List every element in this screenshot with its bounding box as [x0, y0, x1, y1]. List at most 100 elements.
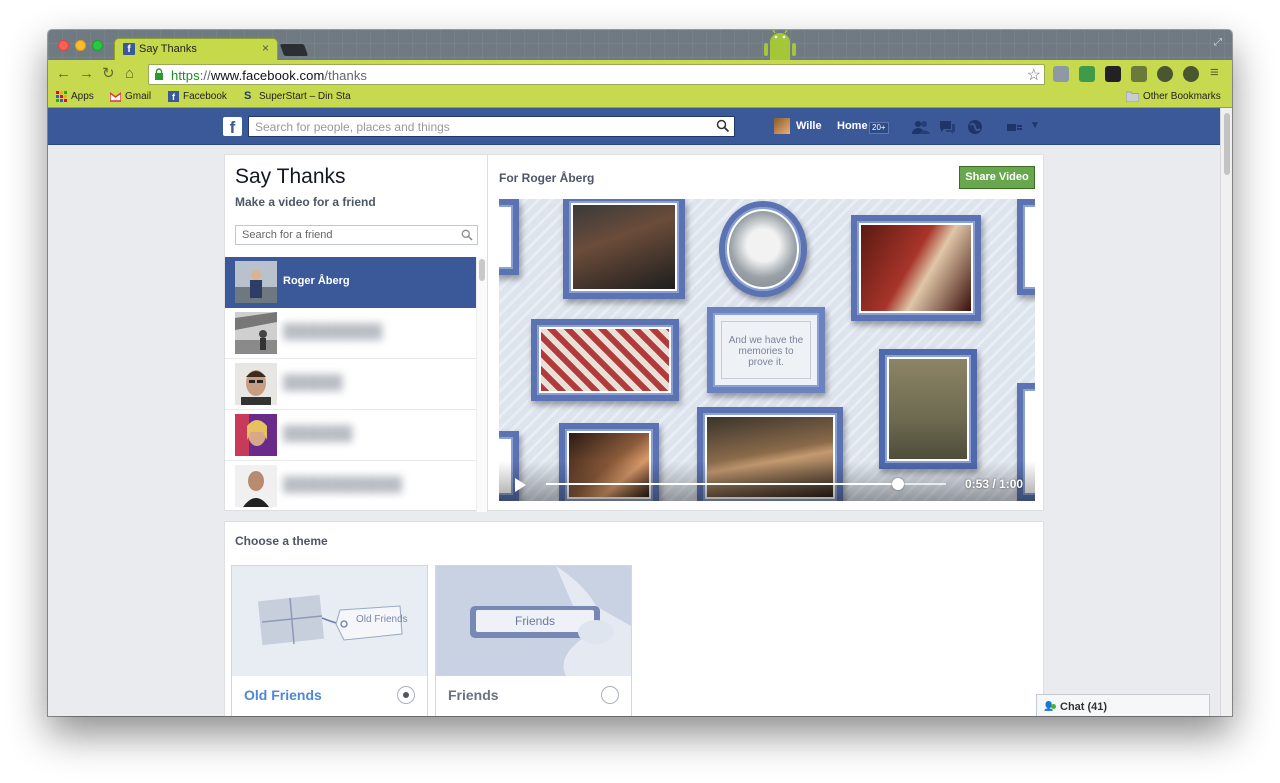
friend-name: ███████	[283, 425, 353, 441]
friend-list-item[interactable]: ████████████	[225, 461, 476, 512]
search-icon	[461, 229, 473, 241]
video-photo	[861, 225, 971, 311]
gmail-icon	[110, 92, 121, 102]
browser-toolbar: ← → ↻ ⌂ https://www.facebook.com/thanks …	[48, 60, 1232, 88]
cast-extension-icon[interactable]	[1131, 66, 1147, 82]
gift-package-icon: Old Friends	[232, 566, 427, 676]
theme-option-old-friends[interactable]: Old Friends Old Friends	[231, 565, 428, 716]
superstart-icon: S	[244, 90, 252, 102]
facebook-top-bar: f Search for people, places and things W…	[48, 108, 1220, 145]
back-arrow-icon[interactable]: ←	[56, 66, 71, 82]
home-link[interactable]: Home	[837, 120, 868, 132]
bookmark-other-bookmarks[interactable]: Other Bookmarks	[1126, 91, 1221, 102]
search-icon[interactable]	[716, 119, 730, 133]
friend-photo	[235, 363, 277, 405]
facebook-logo-icon[interactable]: f	[223, 117, 242, 137]
friend-photo	[235, 414, 277, 456]
address-bar[interactable]: https://www.facebook.com/thanks ☆	[148, 64, 1045, 85]
bookmark-apps[interactable]: Apps	[56, 91, 94, 102]
theme-label: Old Friends	[244, 687, 322, 703]
online-status-dot	[1051, 704, 1056, 709]
facebook-search-input[interactable]: Search for people, places and things	[248, 116, 735, 137]
reload-icon[interactable]: ↻	[102, 66, 115, 82]
video-caption: And we have the memories to prove it.	[728, 335, 804, 368]
friend-list-item[interactable]: ██████████	[225, 308, 476, 359]
profile-name: Wille	[796, 120, 822, 132]
play-icon[interactable]	[515, 478, 526, 492]
friend-name: Roger Åberg	[283, 275, 350, 287]
theme-radio[interactable]	[601, 686, 619, 704]
avatar	[774, 118, 790, 134]
friend-list-item[interactable]: ██████	[225, 359, 476, 410]
friend-requests-icon[interactable]	[912, 119, 930, 135]
say-thanks-card: Say Thanks Make a video for a friend Sea…	[224, 154, 1045, 512]
forward-arrow-icon[interactable]: →	[79, 66, 94, 82]
video-player[interactable]: And we have the memories to prove it. 0:…	[499, 199, 1035, 501]
page-scrollbar-thumb[interactable]	[1224, 113, 1230, 175]
window-close-button[interactable]	[58, 40, 69, 51]
profile-link[interactable]: Wille	[774, 118, 822, 134]
photo-frame	[499, 199, 519, 275]
facebook-icon: f	[168, 91, 179, 102]
gmail-extension-icon[interactable]	[1053, 66, 1069, 82]
friend-list-item[interactable]: ███████	[225, 410, 476, 461]
bookmarks-bar: Apps Gmail f Facebook S SuperStart – Din…	[48, 88, 1232, 108]
video-progress-bar[interactable]	[546, 478, 946, 490]
evernote-extension-icon[interactable]	[1105, 66, 1121, 82]
theme-thumbnail: Old Friends	[232, 566, 427, 676]
drive-extension-icon[interactable]	[1079, 66, 1095, 82]
window-maximize-button[interactable]	[92, 40, 103, 51]
video-progress-handle[interactable]	[892, 478, 904, 490]
tab-title: Say Thanks	[139, 43, 197, 55]
video-time: 0:53 / 1:00	[965, 477, 1024, 491]
home-icon[interactable]: ⌂	[125, 66, 134, 82]
video-photo	[541, 329, 669, 391]
notifications-globe-icon[interactable]	[966, 119, 984, 135]
bookmark-superstart[interactable]: S SuperStart – Din Sta	[244, 90, 351, 103]
video-preview-panel: For Roger Åberg Share Video And we have …	[489, 155, 1045, 512]
theme-label: Friends	[448, 687, 499, 703]
sync-extension-icon[interactable]	[1183, 66, 1199, 82]
choose-theme-card: Choose a theme Old Friends Old Friends F…	[224, 521, 1044, 716]
friend-search-input[interactable]: Search for a friend	[235, 225, 478, 245]
window-minimize-button[interactable]	[75, 40, 86, 51]
chat-sidebar-tab[interactable]: 👤 Chat (41)	[1036, 694, 1210, 716]
friend-photo	[235, 312, 277, 354]
page-scrollbar[interactable]	[1220, 108, 1232, 716]
photo-frame	[531, 319, 679, 401]
bookmark-facebook[interactable]: f Facebook	[168, 91, 227, 102]
info-extension-icon[interactable]	[1157, 66, 1173, 82]
bookmark-gmail[interactable]: Gmail	[110, 91, 151, 102]
menu-icon[interactable]: ≡	[1210, 65, 1219, 81]
fullscreen-icon[interactable]: ⤢	[1214, 37, 1222, 48]
share-video-button[interactable]: Share Video	[959, 166, 1035, 189]
friend-list-item[interactable]: Roger Åberg	[225, 257, 476, 308]
theme-radio-selected[interactable]	[397, 686, 415, 704]
search-placeholder: Search for people, places and things	[255, 120, 450, 134]
bookmark-label: Apps	[71, 91, 94, 102]
friend-name: ██████	[283, 374, 343, 390]
page-title: Say Thanks	[235, 165, 346, 188]
privacy-shortcuts-icon[interactable]	[1006, 119, 1024, 135]
video-photo	[889, 359, 967, 459]
video-photo	[573, 205, 675, 289]
android-theme-icon	[764, 30, 796, 60]
bookmark-label: Gmail	[125, 91, 152, 102]
friend-photo	[235, 261, 277, 303]
new-tab-button[interactable]	[279, 44, 309, 56]
browser-tab-say-thanks[interactable]: f Say Thanks ×	[114, 38, 278, 60]
facebook-favicon-icon: f	[123, 43, 135, 55]
friend-list-scrollbar[interactable]	[476, 257, 487, 512]
friend-list-scrollbar-thumb[interactable]	[479, 259, 485, 281]
theme-option-friends[interactable]: Friends Friends	[435, 565, 632, 716]
folder-icon	[1126, 91, 1139, 102]
theme-thumbnail: Friends	[436, 566, 631, 676]
recipient-label: For Roger Åberg	[499, 171, 595, 185]
bookmark-star-icon[interactable]: ☆	[1027, 65, 1041, 85]
url-text: https://www.facebook.com/thanks	[171, 68, 368, 83]
video-controls: 0:53 / 1:00	[499, 461, 1035, 501]
tab-close-icon[interactable]: ×	[262, 41, 269, 55]
friend-picker-panel: Say Thanks Make a video for a friend Sea…	[225, 155, 488, 512]
account-settings-chevron-down-icon[interactable]: ▼	[1030, 120, 1040, 131]
messages-icon[interactable]	[938, 119, 956, 135]
